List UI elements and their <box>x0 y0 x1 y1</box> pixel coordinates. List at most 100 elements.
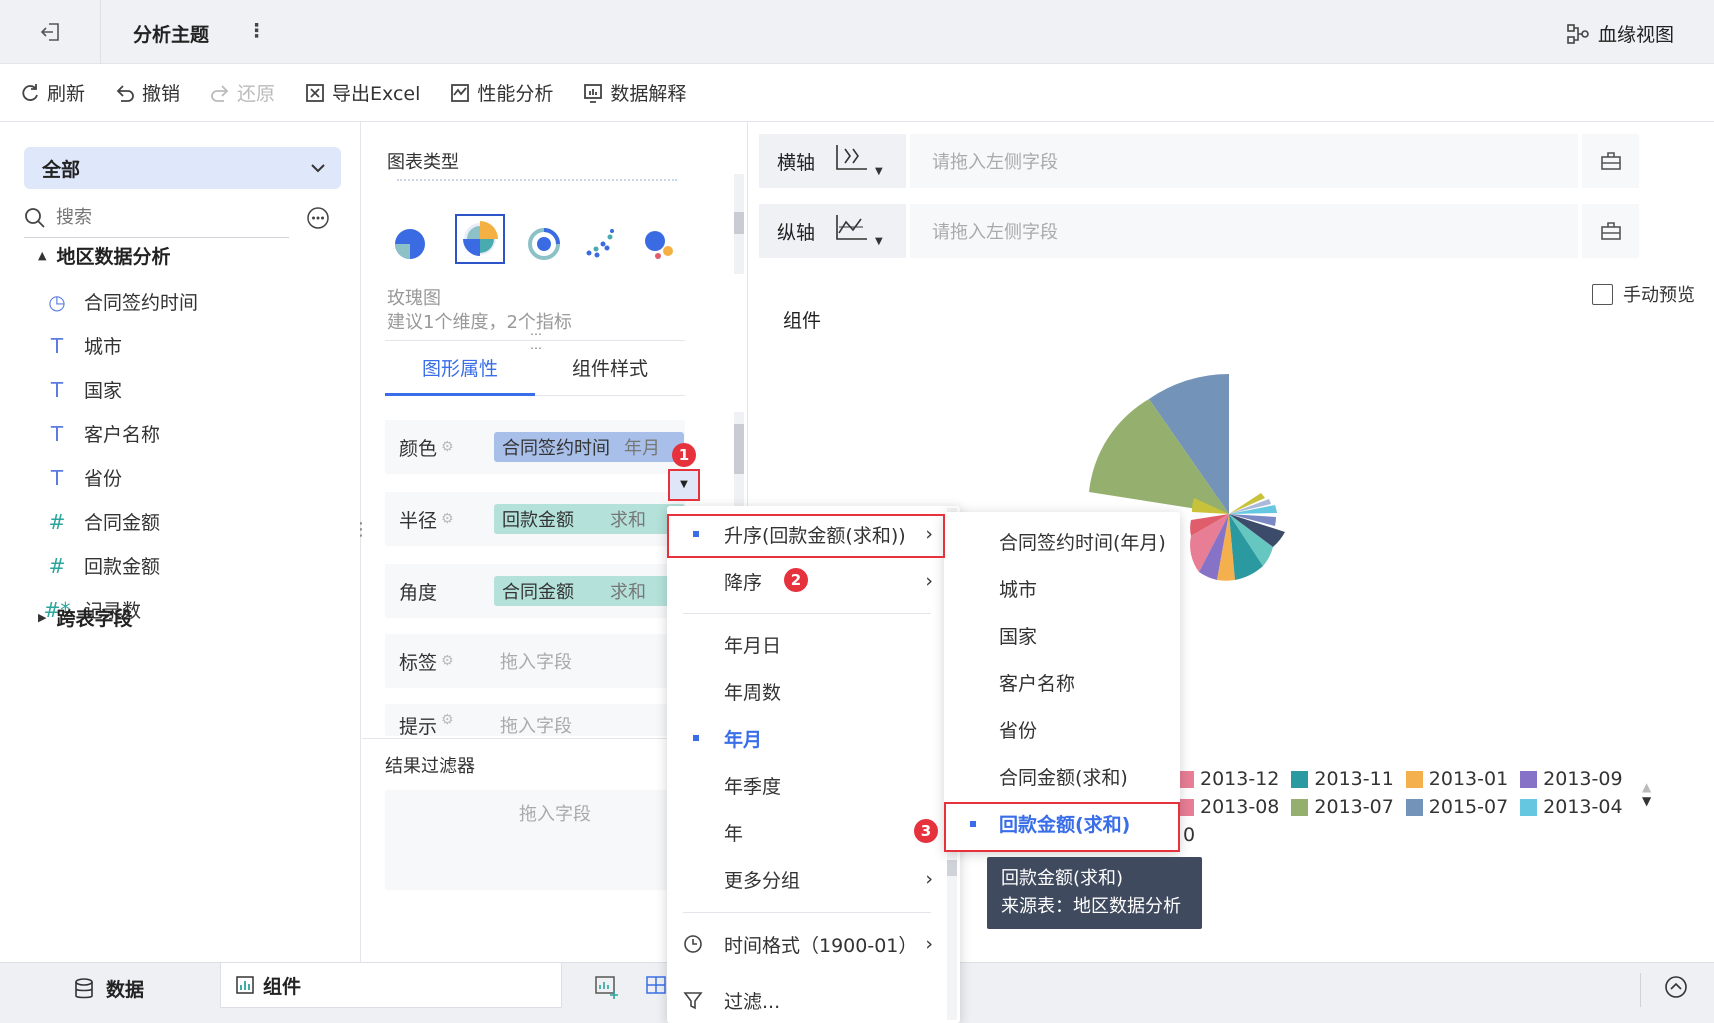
menu-year-week[interactable]: 年周数 <box>667 669 947 713</box>
highlight-dropdown-arrow[interactable]: ▼ <box>668 469 700 501</box>
x-axis-label: 横轴 <box>777 151 816 174</box>
legend-item[interactable]: 2013-01 <box>1405 768 1508 790</box>
gear-icon[interactable]: ⚙ <box>441 653 454 669</box>
y-axis-type-icon[interactable] <box>833 213 873 249</box>
color-field-pill[interactable]: 合同签约时间 年月 <box>494 432 684 462</box>
submenu-item[interactable]: 国家 <box>944 612 1184 659</box>
table-dropdown[interactable]: 全部 <box>24 147 341 189</box>
number-type-icon: # <box>48 553 66 578</box>
more-options-icon[interactable] <box>307 207 329 229</box>
export-excel-button[interactable]: 导出Excel <box>305 79 420 106</box>
annotation-badge-2: 2 <box>784 568 808 592</box>
caret-down-small-icon: ▼ <box>680 479 688 490</box>
tab-graph-properties[interactable]: 图形属性 <box>385 352 535 396</box>
menu-label: 时间格式（1900-01） <box>724 934 918 957</box>
chart-icon <box>235 975 255 995</box>
submenu-item[interactable]: 城市 <box>944 565 1184 612</box>
more-icon[interactable]: ⋮ <box>247 20 266 42</box>
scroll-thumb[interactable] <box>947 860 957 876</box>
annotation-badge-3: 3 <box>914 819 938 843</box>
field-item[interactable]: T 国家 <box>44 376 122 403</box>
legend-item[interactable]: 2013-12 <box>1177 768 1279 790</box>
highlight-ascending <box>667 514 945 558</box>
menu-year-month[interactable]: 年月 <box>667 716 947 760</box>
search-box[interactable] <box>24 198 289 238</box>
legend-item[interactable]: 2013-11 <box>1291 768 1394 790</box>
caret-down-icon: ▲ <box>38 249 47 262</box>
undo-button[interactable]: 撤销 <box>115 79 180 106</box>
gear-icon[interactable]: ⚙ <box>441 439 454 455</box>
tooltip-drop-zone[interactable]: 拖入字段 <box>500 712 572 736</box>
lineage-label: 血缘视图 <box>1598 24 1675 46</box>
database-icon <box>74 977 94 1000</box>
legend-item[interactable]: 2015-07 <box>1405 796 1508 818</box>
tab-component[interactable]: 组件 <box>220 963 562 1008</box>
label-drop-zone[interactable]: 拖入字段 <box>500 648 572 674</box>
divider <box>100 0 101 64</box>
group-region-analysis[interactable]: ▲ 地区数据分析 <box>38 242 170 269</box>
submenu-item[interactable]: 客户名称 <box>944 659 1184 706</box>
radius-field-pill[interactable]: 回款金额 求和 <box>494 504 685 534</box>
collapse-up-icon[interactable] <box>1664 975 1688 999</box>
performance-button[interactable]: 性能分析 <box>450 79 553 106</box>
scatter-chart-icon[interactable] <box>583 227 617 265</box>
field-item[interactable]: # 回款金额 <box>44 552 160 579</box>
caret-down-small-icon[interactable]: ▼ <box>875 236 883 247</box>
scroll-thumb[interactable] <box>734 212 744 234</box>
menu-year-month-day[interactable]: 年月日 <box>667 622 947 666</box>
pie-chart-icon[interactable] <box>393 227 427 265</box>
menu-time-format[interactable]: 时间格式（1900-01） › <box>667 922 947 966</box>
legend-page-up-icon[interactable]: ▲ <box>1642 780 1651 794</box>
submenu-item[interactable]: 合同金额(求和) <box>944 753 1184 800</box>
gallery-scrollbar[interactable] <box>734 174 744 274</box>
menu-more-groups[interactable]: 更多分组 › <box>667 857 947 901</box>
angle-field-pill[interactable]: 合同金额 求和 <box>494 576 685 606</box>
divider <box>683 912 931 913</box>
y-axis-settings[interactable] <box>1582 204 1639 258</box>
exit-icon[interactable] <box>38 20 64 44</box>
menu-year[interactable]: 年 <box>667 810 947 854</box>
prop-label: 标签 <box>399 651 438 674</box>
x-axis-drop-zone[interactable]: 请拖入左侧字段 <box>910 134 1578 188</box>
add-component-icon[interactable] <box>594 975 620 999</box>
field-item[interactable]: T 城市 <box>44 332 122 359</box>
y-axis-drop-zone[interactable]: 请拖入左侧字段 <box>910 204 1578 258</box>
gear-icon[interactable]: ⚙ <box>441 511 454 527</box>
x-axis-settings[interactable] <box>1582 134 1639 188</box>
rose-chart-icon-selected[interactable] <box>455 214 505 264</box>
bubble-chart-icon[interactable] <box>642 227 676 265</box>
menu-year-quarter[interactable]: 年季度 <box>667 763 947 807</box>
field-label: 合同金额 <box>84 512 161 534</box>
field-item[interactable]: T 客户名称 <box>44 420 160 447</box>
checkbox[interactable] <box>1592 283 1613 305</box>
redo-button[interactable]: 还原 <box>210 79 275 106</box>
tab-data[interactable]: 数据 <box>74 975 144 1002</box>
search-input[interactable] <box>56 207 256 228</box>
gear-icon[interactable]: ⚙ <box>441 712 454 728</box>
field-item[interactable]: T 省份 <box>44 464 122 491</box>
legend-item[interactable]: 2013-07 <box>1291 796 1394 818</box>
refresh-button[interactable]: 刷新 <box>20 79 85 106</box>
data-explain-button[interactable]: 数据解释 <box>583 79 686 106</box>
drag-handle[interactable]: ⋯ ⋯ <box>530 327 543 355</box>
legend-item[interactable]: 2013-04 <box>1520 796 1623 818</box>
legend-row-1: 2013-12 2013-11 2013-01 2013-09 <box>1177 768 1635 790</box>
legend-item[interactable]: 2013-09 <box>1520 768 1623 790</box>
x-axis-type-icon[interactable] <box>833 143 873 179</box>
toolbox-icon <box>1600 221 1622 241</box>
field-item[interactable]: # 合同金额 <box>44 508 160 535</box>
caret-down-small-icon[interactable]: ▼ <box>875 166 883 177</box>
submenu-item[interactable]: 合同签约时间(年月) <box>944 518 1184 565</box>
lineage-view-button[interactable]: 血缘视图 <box>1566 20 1674 47</box>
field-item[interactable]: ◷ 合同签约时间 <box>44 288 198 315</box>
legend-item[interactable]: 2013-08 <box>1177 796 1279 818</box>
scroll-thumb[interactable] <box>734 424 744 474</box>
submenu-item[interactable]: 省份 <box>944 706 1184 753</box>
menu-filter[interactable]: 过滤... <box>667 978 947 1022</box>
manual-preview-toggle[interactable]: 手动预览 <box>1592 281 1695 307</box>
donut-chart-icon[interactable] <box>527 227 561 265</box>
legend-page-down-icon[interactable]: ▼ <box>1642 794 1651 808</box>
tab-component-style[interactable]: 组件样式 <box>535 352 685 396</box>
group-cross-table[interactable]: ▶ 跨表字段 <box>38 604 132 631</box>
performance-label: 性能分析 <box>477 83 554 105</box>
